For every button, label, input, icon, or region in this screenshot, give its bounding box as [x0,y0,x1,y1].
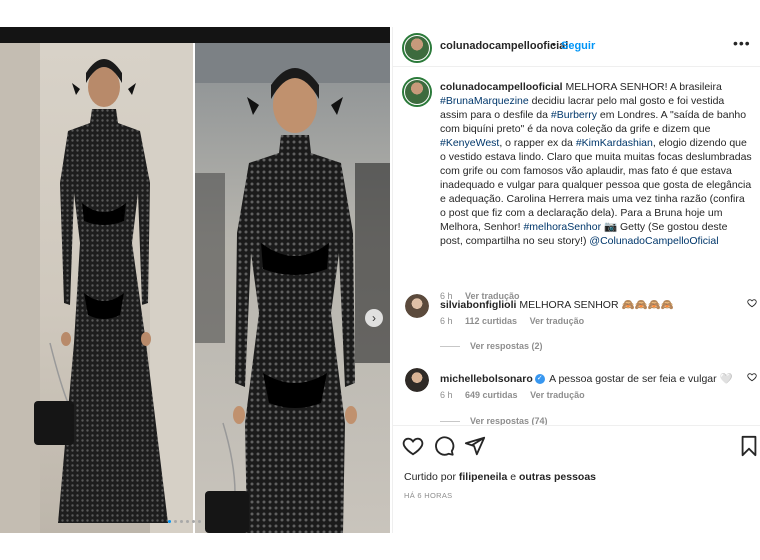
model-figure-left [0,43,193,533]
liked-by-others[interactable]: outras pessoas [519,471,596,483]
caption-segment: , elogio dizendo que o vestido estava li… [440,137,752,233]
carousel-next-button[interactable]: › [365,309,383,327]
commenter-avatar[interactable] [405,368,429,392]
comment-text: michellebolsonaro ✓ A pessoa gostar de se… [440,372,740,385]
media-top-bar [0,27,390,43]
view-replies-button[interactable]: Ver respostas (2) [440,341,543,351]
carousel-indicator [168,520,201,523]
share-icon[interactable] [464,435,486,457]
comment-time: 6 h [440,316,453,326]
carousel-dot [180,520,183,523]
comment-icon[interactable] [433,435,455,457]
carousel-dot [186,520,189,523]
comment-text: silviabonfiglioli MELHORA SENHOR 🙈🙈🙈🙈 [440,298,740,311]
caption-avatar[interactable] [402,77,432,107]
post-photo-left [0,43,193,533]
caption-segment: , o rapper ex da [499,137,576,149]
commenter-avatar[interactable] [405,294,429,318]
hashtag-link[interactable]: #melhoraSenhor [523,221,601,233]
chevron-right-icon: › [372,311,376,325]
more-icon[interactable]: ••• [733,35,751,51]
author-username[interactable]: colunadocampellooficial [440,40,568,52]
liked-by: Curtido por filipeneila e outras pessoas [404,471,596,483]
header-separator: • [552,39,556,51]
carousel-dot [192,520,195,523]
bookmark-icon[interactable] [738,435,760,457]
heart-icon[interactable] [402,435,424,457]
caption-text: colunadocampellooficial MELHORA SENHOR! … [440,80,752,248]
post-media[interactable]: › [0,27,390,533]
comment-meta: 6 h 112 curtidas Ver tradução [440,316,594,326]
hashtag-link[interactable]: #KenyeWest [440,137,499,149]
carousel-dot [198,520,201,523]
hashtag-link[interactable]: #BrunaMarquezine [440,95,529,107]
comment-body: MELHORA SENHOR 🙈🙈🙈🙈 [519,299,674,311]
carousel-dot [174,520,177,523]
actions-divider [393,425,760,426]
post-photo-right [195,43,390,533]
verified-badge-icon: ✓ [534,374,545,385]
comment-time: 6 h [440,390,453,400]
commenter-username[interactable]: silviabonfiglioli [440,299,516,311]
carousel-dot [168,520,171,523]
post-header: colunadocampellooficial • Seguir ••• [393,27,760,67]
comment-likes[interactable]: 112 curtidas [465,316,517,326]
post-panel: colunadocampellooficial • Seguir ••• col… [392,27,760,533]
post-actions [393,435,760,459]
liked-by-prefix: Curtido por [404,471,459,483]
comment-likes[interactable]: 649 curtidas [465,390,518,400]
comment-meta: 6 h 649 curtidas Ver tradução [440,390,595,400]
comment-translate-link[interactable]: Ver tradução [530,316,585,326]
heart-icon[interactable] [747,372,757,382]
mention-link[interactable]: @ColunadoCampelloOficial [589,235,718,247]
commenter-username[interactable]: michellebolsonaro [440,373,533,385]
author-avatar[interactable] [402,33,432,63]
comment-body: A pessoa gostar de ser feia e vulgar 🤍 [549,373,733,385]
caption-segment: MELHORA SENHOR! A brasileira [562,81,722,93]
comment-translate-link[interactable]: Ver tradução [530,390,585,400]
post-timestamp: HÁ 6 HORAS [404,491,453,500]
heart-icon[interactable] [747,298,757,308]
model-figure-right [195,43,390,533]
hashtag-link[interactable]: #Burberry [551,109,597,121]
liked-by-user[interactable]: filipeneila [459,471,507,483]
liked-by-conjunction: e [507,471,519,483]
caption-username[interactable]: colunadocampellooficial [440,81,563,93]
hashtag-link[interactable]: #KimKardashian [576,137,653,149]
follow-button[interactable]: Seguir [561,40,595,52]
